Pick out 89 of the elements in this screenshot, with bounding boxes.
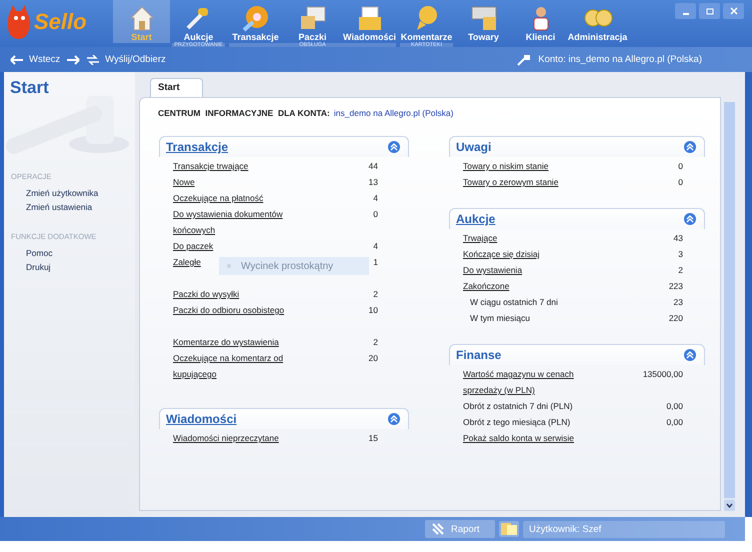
- row-link[interactable]: Towary o niskim stanie: [463, 158, 613, 174]
- collapse-icon[interactable]: [388, 413, 400, 425]
- back-button[interactable]: Wstecz: [10, 54, 60, 65]
- panel-title[interactable]: Transakcje: [166, 140, 228, 154]
- nav-tab[interactable]: Administracja: [569, 0, 626, 43]
- row-value: 15: [368, 432, 378, 445]
- nav-tab[interactable]: Wiadomości: [341, 0, 398, 43]
- arrow-left-icon: [10, 54, 24, 64]
- row-link[interactable]: Nowe: [173, 174, 323, 190]
- arrow-right-icon[interactable]: [66, 54, 80, 64]
- send-receive-button[interactable]: Wyślij/Odbierz: [86, 54, 166, 65]
- row-value: 135000,00: [642, 368, 683, 381]
- row-link[interactable]: Wiadomości nieprzeczytane: [173, 430, 323, 446]
- row-label: W tym miesiącu: [470, 312, 531, 325]
- row-value: 4: [372, 192, 378, 205]
- row-value: 23: [672, 296, 683, 309]
- heading-label: CENTRUM INFORMACYJNE DLA KONTA:: [158, 108, 330, 118]
- row-value: 2: [677, 264, 683, 277]
- collapse-icon[interactable]: [684, 141, 696, 153]
- scrollbar[interactable]: [724, 102, 735, 511]
- account-link[interactable]: ins_demo na Allegro.pl (Polska): [334, 108, 454, 118]
- panel-title: Uwagi: [456, 140, 492, 154]
- collapse-icon[interactable]: [388, 141, 400, 153]
- nav-tab[interactable]: Aukcje: [170, 0, 227, 43]
- user-label: Użytkownik: Szef: [523, 520, 725, 538]
- mascot-icon: [6, 4, 32, 40]
- nav-tab[interactable]: Klienci: [512, 0, 569, 43]
- panel-title: Finanse: [456, 348, 502, 362]
- row-value: 3: [677, 248, 683, 261]
- snip-tooltip: Wycinek prostokątny: [219, 257, 369, 275]
- collapse-icon[interactable]: [684, 213, 696, 225]
- row-link[interactable]: Paczki do odbioru osobistego: [173, 302, 323, 318]
- row-label: Obrót z ostatnich 7 dni (PLN): [463, 400, 574, 413]
- row-link[interactable]: Towary o zerowym stanie: [463, 174, 613, 190]
- collapse-icon[interactable]: [684, 349, 696, 361]
- row-link[interactable]: Oczekujące na komentarz od kupującego: [173, 350, 323, 382]
- sidebar-link[interactable]: Zmień ustawienia: [4, 202, 135, 212]
- row-label: W ciągu ostatnich 7 dni: [470, 296, 559, 309]
- app-logo: Sello: [0, 0, 113, 40]
- arrows-icon: [86, 54, 100, 64]
- nav-tab[interactable]: Towary: [455, 0, 512, 43]
- tab[interactable]: Start: [150, 78, 203, 97]
- row-value: 220: [668, 312, 683, 325]
- gavel-icon: [516, 54, 532, 66]
- row-link[interactable]: Kończące się dzisiaj: [463, 246, 613, 262]
- row-value: 43: [672, 232, 683, 245]
- row-value: 2: [372, 288, 378, 301]
- row-value: 0: [677, 160, 683, 173]
- disc-icon: [240, 4, 270, 32]
- notes-icon[interactable]: [499, 521, 519, 537]
- row-value: 10: [368, 304, 378, 317]
- row-link[interactable]: Do wystawienia dokumentów końcowych: [173, 206, 323, 238]
- row-link[interactable]: Pokaż saldo konta w serwisie: [463, 430, 613, 446]
- panel-title[interactable]: Aukcje: [456, 212, 496, 226]
- row-value: 4: [372, 240, 378, 253]
- maximize-button[interactable]: [699, 3, 720, 19]
- nav-tab[interactable]: Paczki: [284, 0, 341, 43]
- scroll-down-icon[interactable]: [724, 500, 735, 511]
- sidebar-link[interactable]: Drukuj: [4, 262, 135, 272]
- row-label: Obrót z tego miesiąca (PLN): [463, 416, 572, 429]
- row-value: 13: [368, 176, 378, 189]
- row-value: 44: [368, 160, 378, 173]
- account-label: Konto: ins_demo na Allegro.pl (Polska): [538, 54, 702, 65]
- row-link[interactable]: Paczki do wysyłki: [173, 286, 323, 302]
- row-link[interactable]: Do wystawienia: [463, 262, 613, 278]
- panel-title[interactable]: Wiadomości: [166, 412, 237, 426]
- nav-tab[interactable]: Komentarze: [398, 0, 455, 43]
- sidebar-link[interactable]: Zmień użytkownika: [4, 188, 135, 198]
- row-value: 223: [668, 280, 683, 293]
- nav-tab[interactable]: Transakcje: [227, 0, 284, 43]
- sidebar-title: Start: [9, 77, 50, 98]
- row-value: 2: [372, 336, 378, 349]
- row-value: 0: [372, 208, 378, 221]
- row-link[interactable]: Trwające: [463, 230, 613, 246]
- row-value: 20: [368, 352, 378, 365]
- close-button[interactable]: [723, 3, 744, 19]
- row-link[interactable]: Do paczek: [173, 238, 323, 254]
- row-link[interactable]: Oczekujące na płatność: [173, 190, 323, 206]
- row-value: 0: [677, 176, 683, 189]
- restore-icon: [706, 7, 714, 15]
- row-link[interactable]: Komentarze do wystawienia: [173, 334, 323, 350]
- row-link[interactable]: Zakończone: [463, 278, 613, 294]
- close-icon: [730, 7, 738, 15]
- row-link[interactable]: Wartość magazynu w cenach sprzedaży (w PLN): [463, 366, 613, 398]
- minimize-button[interactable]: [675, 3, 696, 19]
- sidebar-link[interactable]: Pomoc: [4, 248, 135, 258]
- row-value: 0,00: [665, 400, 683, 413]
- row-link[interactable]: Transakcje trwające: [173, 158, 323, 174]
- row-value: 0,00: [665, 416, 683, 429]
